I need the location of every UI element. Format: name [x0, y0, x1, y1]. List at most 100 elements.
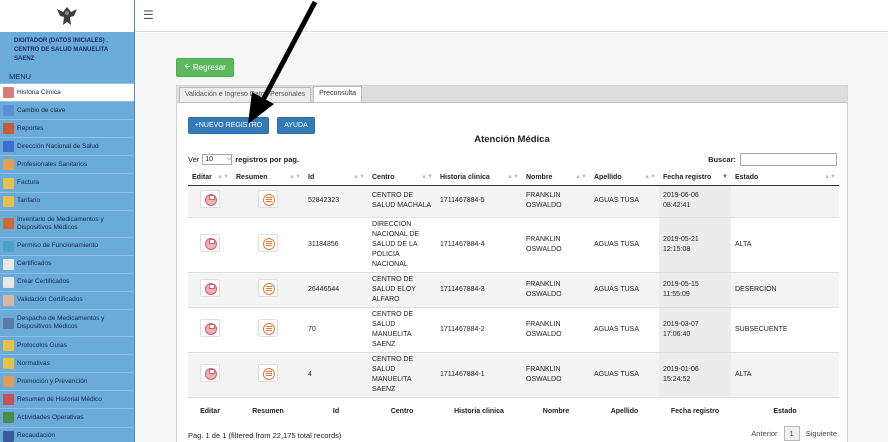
- foot-fecha: Fecha registro: [659, 396, 731, 425]
- cell-historia: 1711467884-1: [436, 352, 522, 398]
- sidebar-item-5[interactable]: Factura: [0, 174, 134, 193]
- edit-cell: [188, 185, 232, 218]
- sidebar-item-16[interactable]: Resumen de Historial Médico: [0, 391, 134, 410]
- foot-id: Id: [304, 396, 368, 425]
- edit-nurse-icon[interactable]: [200, 318, 220, 337]
- sidebar-item-11[interactable]: Validación Certificados: [0, 291, 134, 311]
- sidebar-item-3[interactable]: Dirección Nacional de Salud: [0, 138, 134, 157]
- sidebar-item-18[interactable]: Recaudación: [0, 427, 134, 442]
- col-fecha[interactable]: Fecha registro ▼: [659, 170, 731, 186]
- sidebar-item-6[interactable]: Tarifario: [0, 192, 134, 211]
- pager-prev[interactable]: Anterior: [751, 429, 777, 438]
- cell-fecha: 2019-03-07 17:06:40: [659, 307, 731, 353]
- cell-id: 31184856: [304, 217, 368, 273]
- sidebar-item-13[interactable]: Protocolos Guías: [0, 337, 134, 356]
- page-size-select[interactable]: 10 ⌵: [202, 154, 233, 165]
- foot-estado: Estado: [731, 396, 839, 425]
- top-bar: ☰: [135, 0, 888, 32]
- sidebar-item-label: Factura: [17, 179, 40, 187]
- ayuda-button[interactable]: AYUDA: [277, 117, 315, 134]
- table-row: 70 CENTRO DE SALUD MANUELITA SAENZ 1711467…: [188, 307, 839, 353]
- cell-centro: CENTRO DE SALUD MANUELITA SAENZ: [368, 307, 436, 353]
- cell-estado: [731, 185, 839, 218]
- sidebar-item-label: Normativas: [17, 359, 50, 367]
- table-header-row: Editar ▲▼ Resumen ▲▼ Id ▲▼ Centro ▲▼ Histori…: [188, 170, 839, 186]
- sidebar-item-label: Profesionales Sanitarios: [17, 160, 88, 168]
- main-content: 🡨 Regresar Validación e Ingreso Datos Pe…: [136, 33, 888, 442]
- col-resumen[interactable]: Resumen ▲▼: [232, 170, 304, 186]
- sidebar-item-label: Tarifario: [17, 197, 41, 205]
- cell-centro: CENTRO DE SALUD MANUELITA SAENZ: [368, 352, 436, 398]
- sidebar-item-8[interactable]: Permiso de Funcionamiento: [0, 237, 134, 256]
- nurse-icon: [205, 282, 217, 295]
- ver-prefix: Ver: [188, 155, 200, 164]
- edit-cell: [188, 307, 232, 353]
- summary-cell: [232, 217, 304, 273]
- search-control: Buscar:: [708, 153, 837, 166]
- menu-item-icon: [3, 294, 14, 306]
- cell-estado: SUBSECUENTE: [731, 307, 839, 353]
- edit-nurse-icon[interactable]: [200, 278, 220, 297]
- sort-desc-icon: ▼: [722, 174, 728, 180]
- pager-next[interactable]: Siguiente: [806, 429, 837, 438]
- sidebar-item-label: Actividades Operativas: [17, 413, 84, 421]
- sidebar-item-12[interactable]: Despacho de Medicamentos y Dispositivos …: [0, 310, 134, 338]
- menu-item-icon: [3, 159, 14, 171]
- table-row: 31184856 DIRECCION NACIONAL DE SALUD DE L…: [188, 217, 839, 273]
- summary-list-icon[interactable]: [258, 190, 278, 208]
- col-nombre[interactable]: Nombre ▲▼: [522, 170, 590, 186]
- sidebar-item-label: Dirección Nacional de Salud: [17, 142, 99, 150]
- pager-page-1[interactable]: 1: [783, 426, 800, 441]
- list-icon: [263, 194, 275, 206]
- sidebar-item-label: Recaudación: [17, 432, 55, 440]
- ver-suffix: registros por pag.: [235, 155, 300, 164]
- sidebar-item-0[interactable]: Historia Clínica: [0, 84, 134, 103]
- summary-list-icon[interactable]: [258, 278, 278, 297]
- sidebar-item-17[interactable]: Actividades Operativas: [0, 409, 134, 428]
- menu-item-icon: [3, 358, 14, 370]
- cell-nombre: FRANKLIN OSWALDO: [522, 185, 590, 218]
- edit-nurse-icon[interactable]: [200, 363, 220, 382]
- summary-list-icon[interactable]: [258, 233, 278, 252]
- sidebar-item-label: Validación Certificados: [17, 296, 83, 304]
- sidebar-item-2[interactable]: Reportes: [0, 120, 134, 139]
- sidebar-item-15[interactable]: Promoción y Prevención: [0, 373, 134, 392]
- foot-historia: Historia clinica: [436, 396, 522, 425]
- col-historia[interactable]: Historia clinica ▲▼: [436, 170, 522, 186]
- sidebar-item-14[interactable]: Normativas: [0, 355, 134, 374]
- col-estado[interactable]: Estado ▲▼: [731, 170, 839, 186]
- sidebar-item-9[interactable]: Certificados: [0, 255, 134, 274]
- hamburger-menu-icon[interactable]: ☰: [143, 8, 154, 22]
- regresar-button[interactable]: 🡨 Regresar: [176, 58, 234, 77]
- nuevo-registro-button[interactable]: + NUEVO REGISTRO: [188, 117, 269, 134]
- sidebar-item-label: Reportes: [17, 124, 44, 132]
- arrow-left-icon: 🡨: [184, 61, 193, 71]
- nurse-icon: [205, 237, 217, 250]
- menu-item-icon: [3, 394, 14, 406]
- nurse-icon: [205, 322, 217, 335]
- foot-centro: Centro: [368, 396, 436, 425]
- summary-cell: [232, 272, 304, 308]
- sidebar-item-4[interactable]: Profesionales Sanitarios: [0, 156, 134, 175]
- list-icon: [263, 237, 275, 250]
- menu-list: Historia Clínica Cambio de clave Reportes D…: [0, 84, 134, 442]
- col-apellido[interactable]: Apellido ▲▼: [590, 170, 659, 186]
- edit-nurse-icon[interactable]: [200, 190, 220, 208]
- summary-list-icon[interactable]: [258, 318, 278, 337]
- col-id[interactable]: Id ▲▼: [304, 170, 368, 186]
- edit-nurse-icon[interactable]: [200, 233, 220, 252]
- sidebar-item-1[interactable]: Cambio de clave: [0, 102, 134, 121]
- cell-historia: 1711467884-3: [436, 272, 522, 308]
- sidebar-item-7[interactable]: Inventario de Medicamentos y Dispositivo…: [0, 210, 134, 238]
- tab-validacion[interactable]: Validación e Ingreso Datos Personales: [179, 87, 312, 102]
- tab-preconsulta[interactable]: Preconsulta: [313, 86, 363, 102]
- col-editar[interactable]: Editar ▲▼: [188, 170, 232, 186]
- cell-fecha: 2019-05-15 11:55:09: [659, 272, 731, 308]
- nurse-icon: [205, 367, 217, 380]
- sidebar-item-10[interactable]: Crear Certificados: [0, 273, 134, 292]
- cell-nombre: FRANKLIN OSWALDO: [522, 352, 590, 398]
- summary-list-icon[interactable]: [258, 363, 278, 382]
- search-input[interactable]: [740, 153, 837, 166]
- foot-apellido: Apellido: [590, 396, 659, 425]
- col-centro[interactable]: Centro ▲▼: [368, 170, 436, 186]
